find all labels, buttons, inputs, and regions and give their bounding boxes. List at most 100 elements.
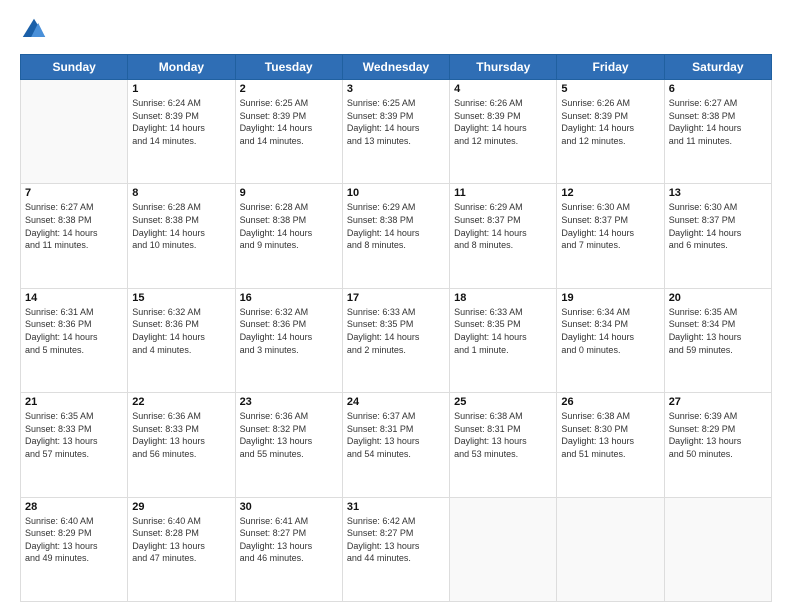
day-number: 20 [669,292,767,304]
calendar-week-row: 7 Sunrise: 6:27 AM Sunset: 8:38 PM Daylig… [21,184,772,288]
day-info: Sunrise: 6:26 AM Sunset: 8:39 PM Dayligh… [561,97,659,147]
calendar-cell: 15 Sunrise: 6:32 AM Sunset: 8:36 PM Dayli… [128,288,235,392]
day-number: 23 [240,396,338,408]
calendar-cell: 25 Sunrise: 6:38 AM Sunset: 8:31 PM Dayli… [450,393,557,497]
day-number: 10 [347,187,445,199]
day-number: 22 [132,396,230,408]
day-number: 18 [454,292,552,304]
day-info: Sunrise: 6:30 AM Sunset: 8:37 PM Dayligh… [561,201,659,251]
day-info: Sunrise: 6:40 AM Sunset: 8:29 PM Dayligh… [25,515,123,565]
day-number: 13 [669,187,767,199]
calendar-cell: 4 Sunrise: 6:26 AM Sunset: 8:39 PM Daylig… [450,80,557,184]
calendar-cell [664,497,771,601]
day-info: Sunrise: 6:35 AM Sunset: 8:34 PM Dayligh… [669,306,767,356]
calendar-header-day: Tuesday [235,55,342,80]
calendar-header-day: Sunday [21,55,128,80]
day-number: 26 [561,396,659,408]
day-number: 25 [454,396,552,408]
day-number: 19 [561,292,659,304]
calendar-cell: 27 Sunrise: 6:39 AM Sunset: 8:29 PM Dayli… [664,393,771,497]
calendar-cell: 30Sunrise: 6:41 AM Sunset: 8:27 PM Dayli… [235,497,342,601]
calendar-cell: 10 Sunrise: 6:29 AM Sunset: 8:38 PM Dayli… [342,184,449,288]
day-info: Sunrise: 6:30 AM Sunset: 8:37 PM Dayligh… [669,201,767,251]
day-info: Sunrise: 6:31 AM Sunset: 8:36 PM Dayligh… [25,306,123,356]
calendar-cell [557,497,664,601]
day-info: Sunrise: 6:32 AM Sunset: 8:36 PM Dayligh… [240,306,338,356]
day-info: Sunrise: 6:26 AM Sunset: 8:39 PM Dayligh… [454,97,552,147]
calendar-week-row: 1 Sunrise: 6:24 AM Sunset: 8:39 PM Daylig… [21,80,772,184]
day-number: 9 [240,187,338,199]
day-number: 21 [25,396,123,408]
calendar-cell: 20 Sunrise: 6:35 AM Sunset: 8:34 PM Dayli… [664,288,771,392]
calendar-cell: 31 Sunrise: 6:42 AM Sunset: 8:27 PM Dayli… [342,497,449,601]
calendar-cell: 6 Sunrise: 6:27 AM Sunset: 8:38 PM Daylig… [664,80,771,184]
day-info: Sunrise: 6:38 AM Sunset: 8:31 PM Dayligh… [454,410,552,460]
calendar-header-day: Thursday [450,55,557,80]
calendar-cell: 23 Sunrise: 6:36 AM Sunset: 8:32 PM Dayli… [235,393,342,497]
day-info: Sunrise: 6:42 AM Sunset: 8:27 PM Dayligh… [347,515,445,565]
calendar-week-row: 14Sunrise: 6:31 AM Sunset: 8:36 PM Dayli… [21,288,772,392]
calendar-cell: 21Sunrise: 6:35 AM Sunset: 8:33 PM Dayli… [21,393,128,497]
day-info: Sunrise: 6:34 AM Sunset: 8:34 PM Dayligh… [561,306,659,356]
calendar-week-row: 21Sunrise: 6:35 AM Sunset: 8:33 PM Dayli… [21,393,772,497]
calendar-cell: 22 Sunrise: 6:36 AM Sunset: 8:33 PM Dayli… [128,393,235,497]
calendar-cell: 3Sunrise: 6:25 AM Sunset: 8:39 PM Daylig… [342,80,449,184]
day-info: Sunrise: 6:33 AM Sunset: 8:35 PM Dayligh… [454,306,552,356]
day-number: 8 [132,187,230,199]
day-info: Sunrise: 6:38 AM Sunset: 8:30 PM Dayligh… [561,410,659,460]
day-info: Sunrise: 6:29 AM Sunset: 8:38 PM Dayligh… [347,201,445,251]
day-number: 31 [347,501,445,513]
day-number: 1 [132,83,230,95]
calendar-cell: 2Sunrise: 6:25 AM Sunset: 8:39 PM Daylig… [235,80,342,184]
day-info: Sunrise: 6:27 AM Sunset: 8:38 PM Dayligh… [25,201,123,251]
day-number: 7 [25,187,123,199]
day-number: 29 [132,501,230,513]
calendar-header-day: Saturday [664,55,771,80]
calendar-cell: 7 Sunrise: 6:27 AM Sunset: 8:38 PM Daylig… [21,184,128,288]
day-info: Sunrise: 6:36 AM Sunset: 8:33 PM Dayligh… [132,410,230,460]
calendar-cell: 18 Sunrise: 6:33 AM Sunset: 8:35 PM Dayli… [450,288,557,392]
day-info: Sunrise: 6:33 AM Sunset: 8:35 PM Dayligh… [347,306,445,356]
calendar-cell: 14Sunrise: 6:31 AM Sunset: 8:36 PM Dayli… [21,288,128,392]
calendar-cell: 28Sunrise: 6:40 AM Sunset: 8:29 PM Dayli… [21,497,128,601]
page: SundayMondayTuesdayWednesdayThursdayFrid… [0,0,792,612]
calendar-cell: 13 Sunrise: 6:30 AM Sunset: 8:37 PM Dayli… [664,184,771,288]
calendar-header-day: Friday [557,55,664,80]
day-number: 6 [669,83,767,95]
calendar-cell [450,497,557,601]
day-info: Sunrise: 6:36 AM Sunset: 8:32 PM Dayligh… [240,410,338,460]
calendar-cell: 8 Sunrise: 6:28 AM Sunset: 8:38 PM Daylig… [128,184,235,288]
day-number: 30 [240,501,338,513]
calendar-header-row: SundayMondayTuesdayWednesdayThursdayFrid… [21,55,772,80]
day-info: Sunrise: 6:27 AM Sunset: 8:38 PM Dayligh… [669,97,767,147]
calendar-cell: 19 Sunrise: 6:34 AM Sunset: 8:34 PM Dayli… [557,288,664,392]
day-number: 4 [454,83,552,95]
calendar-cell: 5Sunrise: 6:26 AM Sunset: 8:39 PM Daylig… [557,80,664,184]
calendar-week-row: 28Sunrise: 6:40 AM Sunset: 8:29 PM Dayli… [21,497,772,601]
day-info: Sunrise: 6:28 AM Sunset: 8:38 PM Dayligh… [132,201,230,251]
day-number: 17 [347,292,445,304]
header [20,16,772,44]
day-info: Sunrise: 6:32 AM Sunset: 8:36 PM Dayligh… [132,306,230,356]
calendar-cell: 9Sunrise: 6:28 AM Sunset: 8:38 PM Daylig… [235,184,342,288]
calendar-cell [21,80,128,184]
calendar-header-day: Wednesday [342,55,449,80]
calendar-cell: 12Sunrise: 6:30 AM Sunset: 8:37 PM Dayli… [557,184,664,288]
day-number: 27 [669,396,767,408]
calendar-cell: 16Sunrise: 6:32 AM Sunset: 8:36 PM Dayli… [235,288,342,392]
day-number: 15 [132,292,230,304]
calendar-cell: 17 Sunrise: 6:33 AM Sunset: 8:35 PM Dayli… [342,288,449,392]
calendar-cell: 26 Sunrise: 6:38 AM Sunset: 8:30 PM Dayli… [557,393,664,497]
day-number: 2 [240,83,338,95]
calendar-cell: 1 Sunrise: 6:24 AM Sunset: 8:39 PM Daylig… [128,80,235,184]
day-info: Sunrise: 6:37 AM Sunset: 8:31 PM Dayligh… [347,410,445,460]
day-number: 3 [347,83,445,95]
calendar-cell: 11Sunrise: 6:29 AM Sunset: 8:37 PM Dayli… [450,184,557,288]
day-info: Sunrise: 6:39 AM Sunset: 8:29 PM Dayligh… [669,410,767,460]
calendar-header-day: Monday [128,55,235,80]
logo-icon [20,16,48,44]
day-info: Sunrise: 6:24 AM Sunset: 8:39 PM Dayligh… [132,97,230,147]
calendar-table: SundayMondayTuesdayWednesdayThursdayFrid… [20,54,772,602]
calendar-cell: 29 Sunrise: 6:40 AM Sunset: 8:28 PM Dayli… [128,497,235,601]
day-info: Sunrise: 6:40 AM Sunset: 8:28 PM Dayligh… [132,515,230,565]
